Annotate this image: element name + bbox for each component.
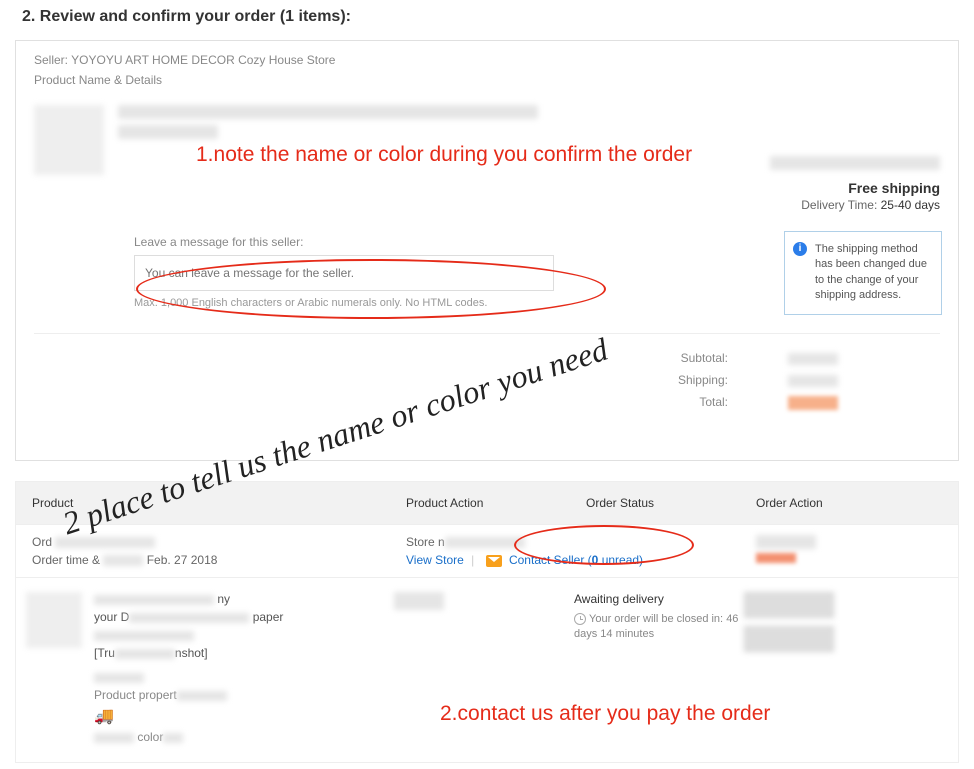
detail-blur-5	[94, 673, 144, 683]
detail-thumbnail	[26, 592, 82, 648]
detail-blur-7	[94, 733, 134, 743]
totals-block: Subtotal: Shipping: Total:	[678, 351, 838, 418]
subtotal-label: Subtotal:	[681, 351, 728, 365]
shipping-value-blur	[788, 375, 838, 387]
table-order-row: Ord Order time & Feb. 27 2018 Store n Vi…	[16, 524, 958, 577]
shipping-notice: i The shipping method has been changed d…	[784, 231, 942, 315]
detail-blur-3	[94, 631, 194, 641]
product-properties-label: Product propert	[94, 688, 177, 702]
detail-blur-2	[129, 613, 249, 623]
view-store-link[interactable]: View Store	[406, 553, 464, 567]
free-shipping-label: Free shipping	[770, 180, 940, 196]
order-action-blur-1	[756, 535, 816, 549]
detail-blur-8	[163, 733, 183, 743]
blurred-product-sub	[118, 125, 218, 139]
shipping-notice-text: The shipping method has been changed due…	[815, 243, 927, 301]
nshot-suffix: nshot]	[175, 646, 208, 660]
table-header-row: Product Product Action Order Status Orde…	[16, 482, 958, 524]
total-value-blur	[788, 396, 838, 410]
table-detail-row: ny your D paper [Trunshot] Product prope…	[16, 577, 958, 762]
section-title: 2. Review and confirm your order (1 item…	[0, 0, 974, 40]
detail-blur-6	[177, 691, 227, 701]
action-button-blur-1[interactable]	[744, 592, 834, 618]
action-button-blur-2[interactable]	[744, 626, 834, 652]
detail-blur-1	[94, 595, 214, 605]
store-name-blur	[445, 537, 525, 548]
ord-id-blur	[55, 537, 155, 548]
product-action-blur	[394, 592, 444, 610]
info-icon: i	[793, 242, 807, 256]
awaiting-delivery-label: Awaiting delivery	[574, 592, 744, 606]
contact-seller-link[interactable]: Contact Seller (0 unread)	[509, 553, 643, 567]
total-label: Total:	[699, 395, 728, 409]
header-order-action: Order Action	[756, 496, 948, 510]
order-action-blur-2	[756, 553, 796, 563]
annotation-note-1: 1.note the name or color during you conf…	[196, 141, 692, 168]
delivery-time-value: 25-40 days	[881, 198, 940, 212]
order-info-cell: Ord Order time & Feb. 27 2018	[26, 535, 406, 567]
order-time-prefix: Order time &	[32, 553, 100, 567]
seller-message-input[interactable]	[134, 255, 554, 291]
annotation-note-2: 2.contact us after you pay the order	[440, 700, 770, 727]
header-order-status: Order Status	[586, 496, 756, 510]
truck-icon: 🚚	[94, 708, 114, 725]
your-prefix: your D	[94, 610, 129, 624]
product-thumbnail	[34, 105, 104, 175]
detail-blur-4	[115, 649, 175, 659]
tru-prefix: [Tru	[94, 646, 115, 660]
shipping-label: Shipping:	[678, 373, 728, 387]
blurred-product-title	[118, 105, 538, 119]
close-timer: Your order will be closed in: 46 days 14…	[574, 612, 744, 643]
product-details-label: Product Name & Details	[34, 73, 940, 87]
delivery-time: Delivery Time: 25-40 days	[770, 198, 940, 212]
order-action-buttons-cell	[744, 592, 948, 748]
ord-prefix: Ord	[32, 535, 52, 549]
seller-line: Seller: YOYOYU ART HOME DECOR Cozy House…	[34, 53, 940, 67]
separator: |	[471, 553, 474, 567]
mail-icon	[486, 555, 502, 567]
blurred-ship-info	[770, 156, 940, 170]
order-action-cell	[756, 535, 948, 563]
header-product: Product	[26, 496, 406, 510]
store-prefix: Store n	[406, 535, 445, 549]
subtotal-value-blur	[788, 353, 838, 365]
clock-icon	[574, 613, 586, 625]
shipping-column: Free shipping Delivery Time: 25-40 days	[770, 156, 940, 212]
seller-label: Seller:	[34, 53, 68, 67]
order-time-blur	[103, 555, 143, 566]
order-review-box: Seller: YOYOYU ART HOME DECOR Cozy House…	[15, 40, 959, 461]
seller-name: YOYOYU ART HOME DECOR Cozy House Store	[71, 53, 335, 67]
close-text: Your order will be closed in:	[589, 613, 723, 625]
header-product-action: Product Action	[406, 496, 586, 510]
store-actions-cell: Store n View Store | Contact Seller (0 u…	[406, 535, 756, 567]
detail-text-cell: ny your D paper [Trunshot] Product prope…	[94, 592, 394, 748]
delivery-time-label: Delivery Time:	[801, 198, 877, 212]
color-label: color	[137, 730, 163, 744]
order-date: Feb. 27 2018	[147, 553, 218, 567]
divider	[34, 333, 940, 334]
paper-suffix: paper	[253, 610, 284, 624]
